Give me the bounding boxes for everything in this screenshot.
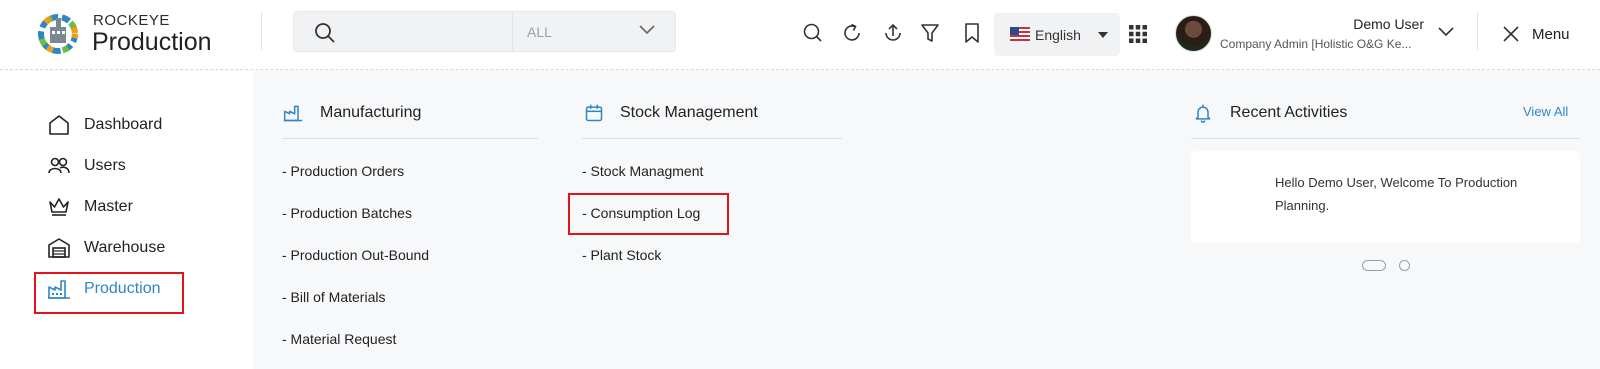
divider (261, 12, 262, 50)
stock-management-heading: Stock Management (620, 104, 758, 121)
crown-icon (49, 198, 69, 216)
carousel-dot-active[interactable] (1362, 260, 1386, 271)
home-icon (49, 115, 69, 135)
sidebar-item-master[interactable]: Master (47, 192, 237, 222)
global-search: ALL (293, 11, 676, 52)
bell-icon (1195, 104, 1211, 123)
sidebar: Dashboard Users Master Warehouse Product… (0, 71, 253, 369)
menu-toggle-label[interactable]: Menu (1532, 26, 1570, 43)
link-stock-managment[interactable]: - Stock Managment (582, 163, 703, 179)
calendar-box-icon (585, 104, 603, 122)
warehouse-icon (48, 238, 70, 258)
apps-grid-icon[interactable] (1128, 24, 1148, 44)
us-flag-icon (1010, 27, 1030, 41)
refresh-icon[interactable] (842, 22, 864, 44)
upload-icon[interactable] (882, 22, 904, 44)
language-select[interactable]: English (994, 13, 1120, 56)
view-all-link[interactable]: View All (1523, 104, 1568, 119)
close-icon[interactable] (1502, 25, 1520, 43)
search-scope-value: ALL (527, 24, 552, 40)
link-plant-stock[interactable]: - Plant Stock (582, 247, 661, 263)
chevron-down-icon[interactable] (1437, 26, 1455, 38)
carousel-dot[interactable] (1399, 260, 1410, 271)
chevron-down-icon (639, 25, 655, 35)
search-icon[interactable] (314, 22, 336, 44)
search-scope-select[interactable]: ALL (513, 12, 675, 51)
search-icon[interactable] (802, 22, 824, 44)
user-role: Company Admin [Holistic O&G Ke... (1220, 37, 1412, 51)
activity-card: Hello Demo User, Welcome To Production P… (1191, 151, 1580, 243)
recent-activities-heading: Recent Activities (1230, 104, 1348, 121)
manufacturing-heading: Manufacturing (320, 104, 422, 121)
divider (1477, 12, 1478, 50)
divider (582, 138, 842, 139)
sidebar-item-dashboard[interactable]: Dashboard (47, 110, 237, 140)
app-title: Production (92, 28, 212, 56)
bookmark-icon[interactable] (961, 22, 983, 44)
factory-icon (283, 105, 303, 122)
divider (1191, 138, 1580, 139)
rockeye-logo[interactable] (34, 10, 82, 58)
sidebar-item-label: Dashboard (84, 116, 163, 133)
language-label: English (1035, 27, 1081, 43)
link-production-orders[interactable]: - Production Orders (282, 163, 404, 179)
highlight-box (568, 193, 729, 235)
link-material-request[interactable]: - Material Request (282, 331, 396, 347)
avatar[interactable] (1175, 15, 1212, 52)
link-bill-of-materials[interactable]: - Bill of Materials (282, 289, 385, 305)
sidebar-item-users[interactable]: Users (47, 151, 237, 181)
activity-message: Hello Demo User, Welcome To Production P… (1275, 175, 1518, 213)
divider (282, 138, 538, 139)
users-icon (48, 157, 70, 174)
caret-down-icon (1098, 32, 1108, 38)
search-input[interactable] (344, 18, 494, 46)
sidebar-item-warehouse[interactable]: Warehouse (47, 233, 237, 263)
highlight-box (34, 272, 184, 314)
filter-icon[interactable] (919, 22, 941, 44)
brand-name: ROCKEYE (93, 12, 170, 29)
top-header: ROCKEYE Production ALL English Demo User… (0, 0, 1600, 70)
link-production-out-bound[interactable]: - Production Out-Bound (282, 247, 429, 263)
sidebar-item-label: Warehouse (84, 239, 166, 256)
sidebar-item-label: Master (84, 198, 133, 215)
sidebar-item-label: Users (84, 157, 126, 174)
user-name[interactable]: Demo User (1220, 16, 1424, 32)
link-production-batches[interactable]: - Production Batches (282, 205, 412, 221)
